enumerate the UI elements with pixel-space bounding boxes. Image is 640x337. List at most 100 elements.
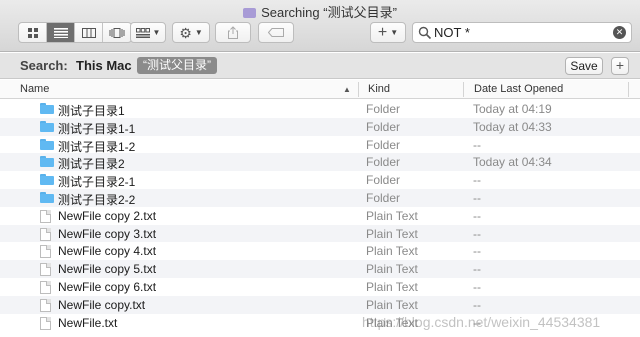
item-name: 测试子目录1: [58, 104, 125, 118]
coverflow-view-icon[interactable]: [103, 23, 131, 42]
folder-icon: [40, 174, 54, 186]
clear-search-icon[interactable]: ✕: [613, 26, 626, 39]
scope-this-mac[interactable]: This Mac: [76, 58, 132, 73]
search-field[interactable]: ✕: [412, 22, 632, 43]
sort-ascending-icon: ▲: [343, 85, 351, 94]
column-divider[interactable]: [628, 82, 629, 97]
item-kind: Plain Text: [366, 279, 418, 294]
icon-view-icon[interactable]: [19, 23, 47, 42]
chevron-down-icon: ▼: [194, 28, 203, 37]
search-scope-label: Search:: [20, 58, 68, 73]
list-item[interactable]: 测试子目录2-1 Folder --: [0, 171, 640, 189]
text-file-icon: [40, 298, 51, 312]
item-name: 测试子目录2-1: [58, 175, 136, 190]
view-mode-switcher: [18, 22, 132, 43]
gear-icon: ⚙: [179, 24, 192, 41]
item-date-last-opened: --: [473, 208, 481, 223]
column-header-bar: Name ▲ Kind Date Last Opened: [0, 80, 640, 99]
item-date-last-opened: --: [473, 190, 481, 205]
item-name: NewFile copy 5.txt: [58, 262, 157, 277]
item-kind: Folder: [366, 119, 401, 134]
item-name: 测试子目录2-2: [58, 192, 136, 207]
item-name: 测试子目录1-1: [58, 121, 136, 136]
item-date-last-opened: --: [473, 226, 481, 241]
scope-folder-token[interactable]: “测试父目录”: [137, 57, 217, 74]
item-kind: Folder: [366, 173, 401, 188]
item-kind: Plain Text: [366, 226, 418, 241]
add-criteria-button[interactable]: +: [611, 57, 629, 75]
text-file-icon: [40, 280, 51, 294]
item-kind: Folder: [366, 190, 401, 205]
item-date-last-opened: --: [473, 297, 481, 312]
item-date-last-opened: --: [473, 137, 481, 152]
list-item[interactable]: NewFile copy 4.txt Plain Text --: [0, 242, 640, 260]
edit-tags-button[interactable]: [258, 22, 294, 43]
item-name: NewFile copy.txt: [58, 297, 146, 312]
folder-icon: [40, 120, 54, 132]
column-divider[interactable]: [358, 82, 359, 97]
search-icon: [418, 26, 432, 39]
list-item[interactable]: 测试子目录1 Folder Today at 04:19: [0, 100, 640, 118]
text-file-icon: [40, 263, 51, 277]
list-item[interactable]: NewFile copy 3.txt Plain Text --: [0, 224, 640, 243]
item-name: NewFile copy 6.txt: [58, 279, 157, 294]
item-name: NewFile copy 3.txt: [58, 226, 157, 241]
search-input[interactable]: [434, 25, 604, 40]
action-menu-button[interactable]: ⚙ ▼: [172, 22, 210, 43]
list-item[interactable]: 测试子目录1-2 Folder --: [0, 136, 640, 154]
item-date-last-opened: Today at 04:33: [473, 119, 552, 134]
list-view-icon[interactable]: [47, 23, 75, 42]
text-file-icon: [40, 316, 51, 330]
list-item[interactable]: 测试子目录2-2 Folder --: [0, 188, 640, 207]
item-kind: Plain Text: [366, 208, 418, 223]
item-name: 测试子目录2: [58, 157, 125, 172]
watermark-text: https://blog.csdn.net/weixin_44534381: [362, 314, 601, 330]
column-header-name[interactable]: Name: [20, 83, 49, 95]
window-title: Searching “测试父目录”: [0, 2, 640, 21]
list-item[interactable]: NewFile copy 6.txt Plain Text --: [0, 278, 640, 296]
chevron-down-icon: ▼: [152, 28, 161, 37]
item-kind: Plain Text: [366, 297, 418, 312]
column-view-icon[interactable]: [75, 23, 103, 42]
item-kind: Plain Text: [366, 262, 418, 277]
results-list: 测试子目录1 Folder Today at 04:19 测试子目录1-1 Folder…: [0, 100, 640, 331]
list-item[interactable]: 测试子目录1-1 Folder Today at 04:33: [0, 117, 640, 136]
chevron-down-icon: ▼: [390, 28, 399, 37]
column-header-date-last-opened[interactable]: Date Last Opened: [474, 83, 563, 95]
item-date-last-opened: --: [473, 244, 481, 259]
item-date-last-opened: --: [473, 279, 481, 294]
list-item[interactable]: NewFile copy.txt Plain Text --: [0, 295, 640, 314]
item-name: NewFile copy 4.txt: [58, 244, 157, 259]
text-file-icon: [40, 209, 51, 223]
item-kind: Plain Text: [366, 244, 418, 259]
folder-icon: [40, 138, 54, 150]
item-kind: Folder: [366, 102, 401, 116]
folder-icon: [243, 8, 257, 18]
list-item[interactable]: 测试子目录2 Folder Today at 04:34: [0, 153, 640, 171]
group-by-button[interactable]: ▼: [130, 22, 166, 43]
column-header-kind[interactable]: Kind: [368, 83, 390, 95]
item-kind: Folder: [366, 137, 401, 152]
item-date-last-opened: Today at 04:34: [473, 155, 552, 170]
item-name: NewFile.txt: [58, 315, 118, 330]
share-icon: [228, 26, 238, 39]
item-date-last-opened: Today at 04:19: [473, 102, 552, 116]
folder-icon: [40, 103, 54, 114]
list-item[interactable]: NewFile copy 2.txt Plain Text --: [0, 207, 640, 225]
share-button[interactable]: [215, 22, 251, 43]
tag-icon: [268, 28, 284, 37]
save-search-button[interactable]: Save: [565, 57, 603, 75]
plus-icon: +: [377, 23, 388, 41]
item-date-last-opened: --: [473, 262, 481, 277]
folder-icon: [40, 191, 54, 203]
window-title-text: Searching “测试父目录”: [261, 5, 397, 20]
list-item[interactable]: NewFile copy 5.txt Plain Text --: [0, 260, 640, 278]
new-item-button[interactable]: + ▼: [370, 22, 406, 43]
folder-icon: [40, 156, 54, 168]
column-divider[interactable]: [463, 82, 464, 97]
item-name: NewFile copy 2.txt: [58, 208, 157, 223]
item-kind: Folder: [366, 155, 401, 170]
finder-toolbar: Searching “测试父目录” ▼ ⚙ ▼ + ▼ ✕: [0, 0, 640, 52]
item-date-last-opened: --: [473, 173, 481, 188]
item-name: 测试子目录1-2: [58, 139, 136, 154]
